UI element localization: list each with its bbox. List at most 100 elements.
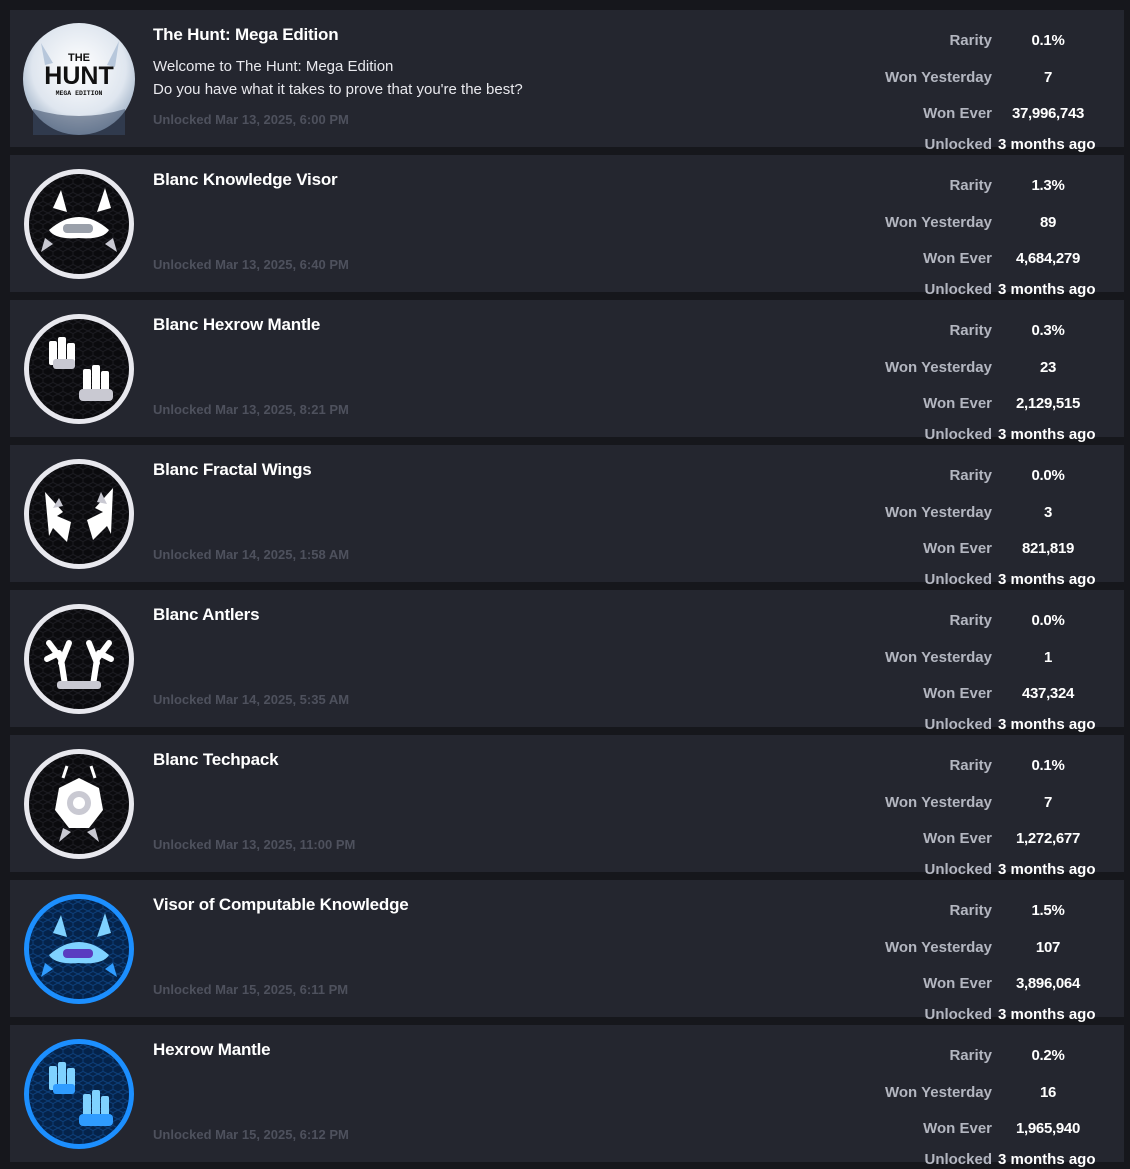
won-yesterday-label: Won Yesterday: [885, 939, 992, 956]
won-ever-value: 2,129,515: [1015, 395, 1081, 412]
rarity-label: Rarity: [949, 902, 992, 919]
rarity-value: 0.1%: [1031, 757, 1065, 774]
achievement-title: Hexrow Mantle: [153, 1040, 271, 1059]
achievement-badge: [23, 748, 135, 860]
svg-text:HUNT: HUNT: [44, 62, 113, 90]
won-ever-label: Won Ever: [923, 830, 992, 847]
achievement-description: Welcome to The Hunt: Mega Edition Do you …: [153, 55, 523, 101]
won-yesterday-label: Won Yesterday: [885, 649, 992, 666]
achievement-title: Blanc Antlers: [153, 605, 260, 624]
unlocked-label: Unlocked: [924, 861, 992, 878]
rarity-value: 0.0%: [1031, 467, 1065, 484]
won-yesterday-label: Won Yesterday: [885, 504, 992, 521]
unlocked-ago-value: 3 months ago: [998, 1151, 1096, 1168]
rarity-label: Rarity: [949, 757, 992, 774]
rarity-value: 1.5%: [1031, 902, 1065, 919]
achievement-row: Blanc Knowledge Visor Unlocked Mar 13, 2…: [10, 155, 1124, 298]
won-ever-value: 437,324: [1021, 685, 1075, 702]
antlers-icon: [24, 604, 134, 714]
won-ever-value: 821,819: [1021, 540, 1075, 557]
achievement-row: Visor of Computable Knowledge Unlocked M…: [10, 880, 1124, 1023]
won-ever-label: Won Ever: [923, 1120, 992, 1137]
won-ever-label: Won Ever: [923, 975, 992, 992]
won-yesterday-label: Won Yesterday: [885, 69, 992, 86]
rarity-label: Rarity: [949, 322, 992, 339]
achievement-title: Blanc Fractal Wings: [153, 460, 312, 479]
won-ever-value: 3,896,064: [1015, 975, 1081, 992]
unlocked-date: Unlocked Mar 13, 2025, 8:21 PM: [153, 402, 349, 417]
won-yesterday-label: Won Yesterday: [885, 1084, 992, 1101]
won-ever-value: 1,965,940: [1015, 1120, 1081, 1137]
achievement-badge: [23, 893, 135, 1005]
unlocked-ago-value: 3 months ago: [998, 861, 1096, 878]
rarity-value: 0.0%: [1031, 612, 1065, 629]
svg-text:MEGA EDITION: MEGA EDITION: [56, 90, 103, 97]
rarity-label: Rarity: [949, 177, 992, 194]
won-yesterday-label: Won Yesterday: [885, 214, 992, 231]
unlocked-date: Unlocked Mar 14, 2025, 5:35 AM: [153, 692, 350, 707]
won-yesterday-value: 23: [1039, 359, 1057, 376]
won-ever-label: Won Ever: [923, 250, 992, 267]
achievement-badge: [23, 458, 135, 570]
won-yesterday-label: Won Yesterday: [885, 359, 992, 376]
won-ever-label: Won Ever: [923, 105, 992, 122]
won-yesterday-value: 89: [1039, 214, 1057, 231]
rarity-label: Rarity: [949, 612, 992, 629]
won-yesterday-value: 7: [1043, 794, 1053, 811]
achievement-title: Blanc Knowledge Visor: [153, 170, 338, 189]
unlocked-ago-value: 3 months ago: [998, 426, 1096, 443]
won-ever-value: 37,996,743: [1011, 105, 1085, 122]
unlocked-label: Unlocked: [924, 716, 992, 733]
unlocked-label: Unlocked: [924, 426, 992, 443]
unlocked-label: Unlocked: [924, 1006, 992, 1023]
unlocked-ago-value: 3 months ago: [998, 571, 1096, 588]
won-ever-label: Won Ever: [923, 685, 992, 702]
achievement-title: The Hunt: Mega Edition: [153, 25, 339, 44]
unlocked-date: Unlocked Mar 13, 2025, 6:00 PM: [153, 112, 349, 127]
achievement-badge: [23, 313, 135, 425]
achievement-title: Blanc Hexrow Mantle: [153, 315, 321, 334]
unlocked-label: Unlocked: [924, 281, 992, 298]
rarity-label: Rarity: [949, 32, 992, 49]
unlocked-label: Unlocked: [924, 1151, 992, 1168]
unlocked-label: Unlocked: [924, 571, 992, 588]
won-ever-label: Won Ever: [923, 540, 992, 557]
achievement-list: THE HUNT MEGA EDITION The Hunt: Mega Edi…: [0, 0, 1130, 1169]
achievement-row: THE HUNT MEGA EDITION The Hunt: Mega Edi…: [10, 10, 1124, 153]
achievement-badge: [23, 1038, 135, 1150]
wings-icon: [24, 459, 134, 569]
description-line: Do you have what it takes to prove that …: [153, 81, 523, 98]
won-ever-label: Won Ever: [923, 395, 992, 412]
mantle-icon: [24, 314, 134, 424]
unlocked-ago-value: 3 months ago: [998, 136, 1096, 153]
hunt-logo-icon: THE HUNT MEGA EDITION: [23, 23, 135, 135]
won-yesterday-label: Won Yesterday: [885, 794, 992, 811]
achievement-row: Blanc Fractal Wings Unlocked Mar 14, 202…: [10, 445, 1124, 588]
achievement-badge: [23, 603, 135, 715]
won-yesterday-value: 1: [1043, 649, 1053, 666]
unlocked-date: Unlocked Mar 13, 2025, 11:00 PM: [153, 837, 356, 852]
achievement-badge: [23, 168, 135, 280]
won-ever-value: 1,272,677: [1015, 830, 1081, 847]
unlocked-date: Unlocked Mar 15, 2025, 6:12 PM: [153, 1127, 349, 1142]
rarity-label: Rarity: [949, 1047, 992, 1064]
achievement-title: Blanc Techpack: [153, 750, 279, 769]
won-yesterday-value: 3: [1043, 504, 1053, 521]
unlocked-label: Unlocked: [924, 136, 992, 153]
rarity-label: Rarity: [949, 467, 992, 484]
unlocked-date: Unlocked Mar 13, 2025, 6:40 PM: [153, 257, 349, 272]
mantle-icon: [24, 1039, 134, 1149]
won-yesterday-value: 107: [1035, 939, 1061, 956]
achievement-row: Hexrow Mantle Unlocked Mar 15, 2025, 6:1…: [10, 1025, 1124, 1168]
achievement-title: Visor of Computable Knowledge: [153, 895, 409, 914]
rarity-value: 0.2%: [1031, 1047, 1065, 1064]
unlocked-ago-value: 3 months ago: [998, 1006, 1096, 1023]
won-yesterday-value: 16: [1039, 1084, 1057, 1101]
visor-icon: [24, 169, 134, 279]
techpack-icon: [24, 749, 134, 859]
unlocked-date: Unlocked Mar 14, 2025, 1:58 AM: [153, 547, 350, 562]
won-ever-value: 4,684,279: [1015, 250, 1081, 267]
achievement-row: Blanc Antlers Unlocked Mar 14, 2025, 5:3…: [10, 590, 1124, 733]
visor-icon: [24, 894, 134, 1004]
unlocked-ago-value: 3 months ago: [998, 716, 1096, 733]
